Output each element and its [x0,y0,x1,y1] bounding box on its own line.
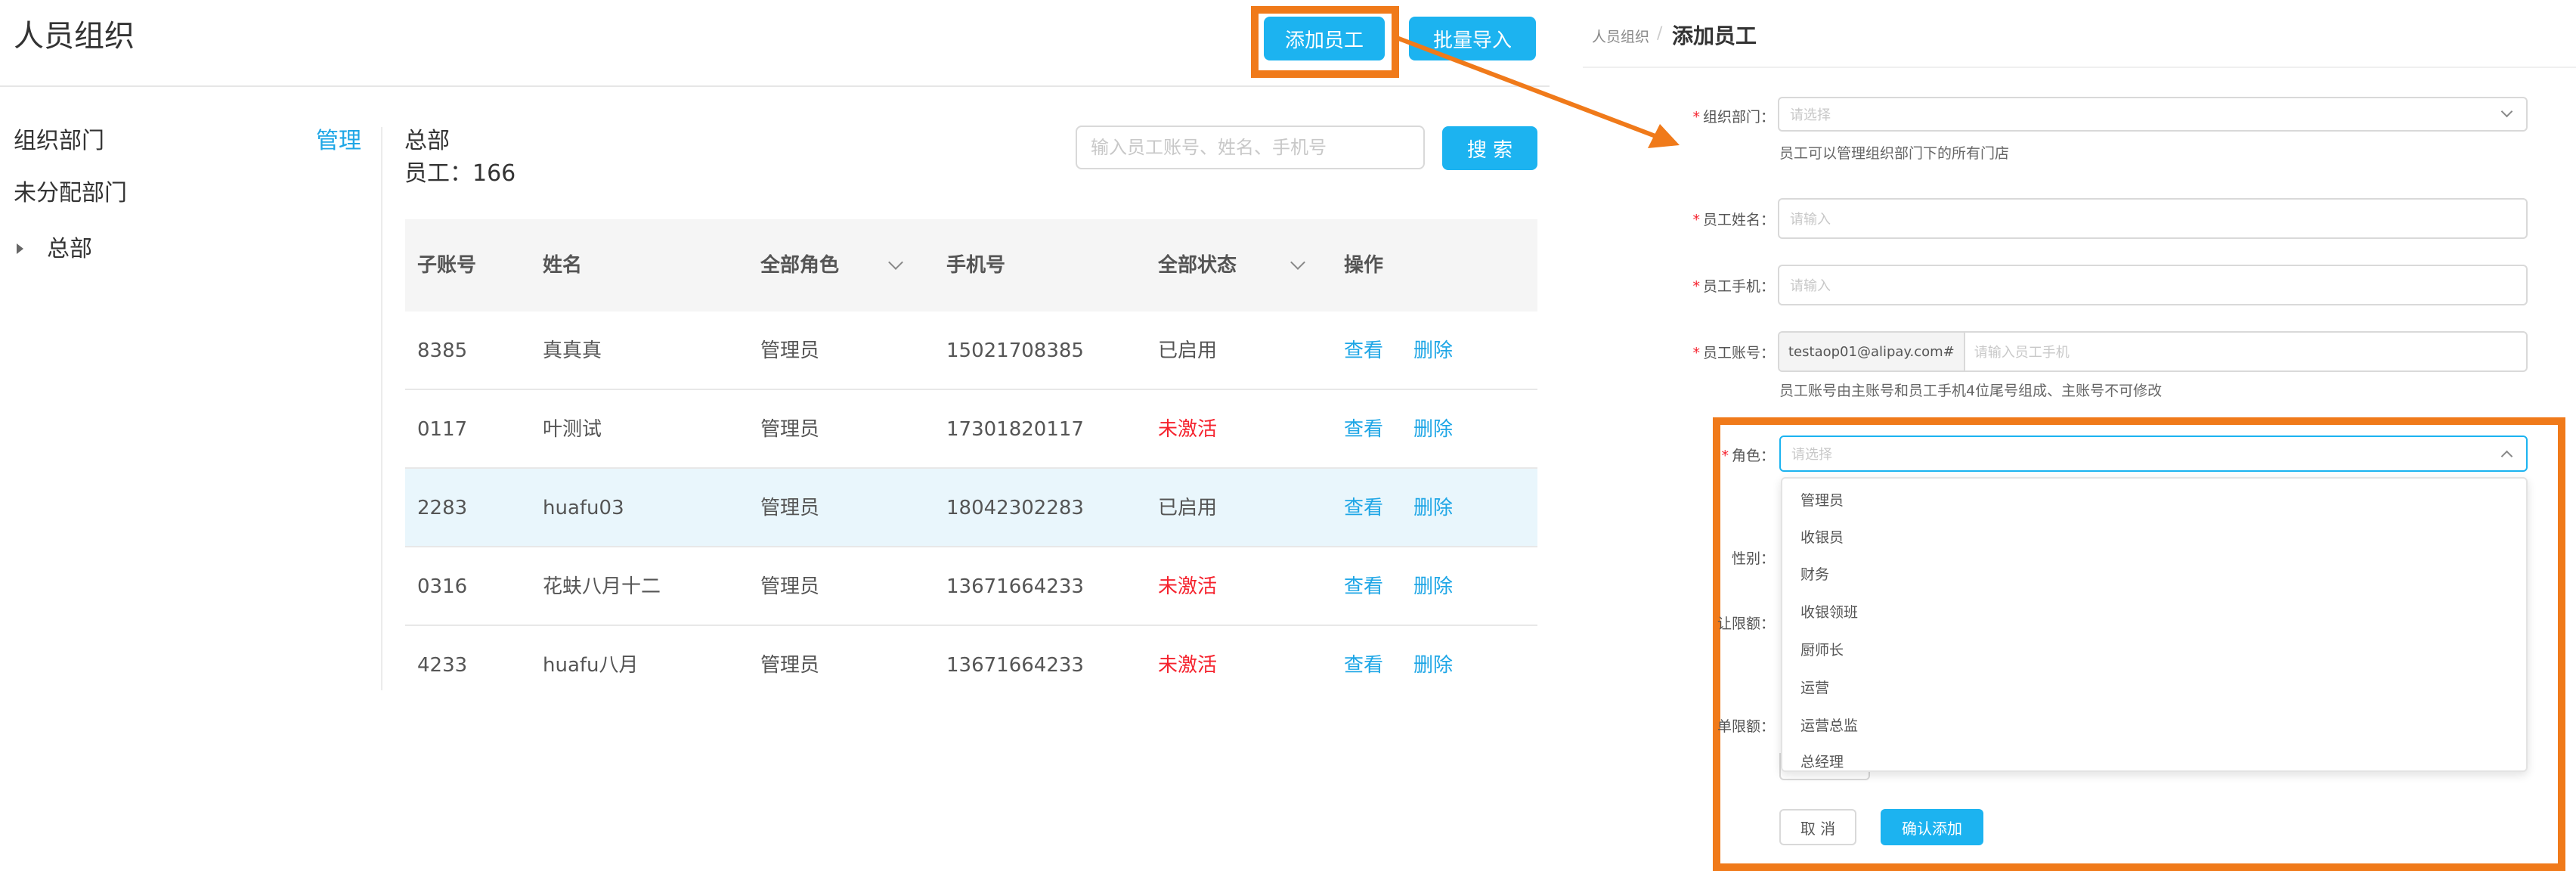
account-hint: 员工账号由主账号和员工手机4位尾号组成、主账号不可修改 [1779,383,2163,399]
breadcrumb-parent[interactable]: 人员组织 [1592,26,1649,46]
free-limit-label: 单限额： [1717,718,1775,735]
account-prefix: testaop01@alipay.com# [1779,333,1965,370]
role-select-placeholder: 请选择 [1791,447,1832,463]
role-option[interactable]: 收银领班 [1800,601,1858,621]
breadcrumb-separator: / [1657,24,1663,43]
role-option[interactable]: 运营总监 [1800,714,1858,735]
gender-label: 性别： [1731,550,1775,567]
breadcrumb-current: 添加员工 [1672,23,1757,48]
phone-input[interactable]: 请输入 [1778,265,2528,305]
role-option[interactable]: 收银员 [1800,526,1844,547]
role-dropdown-menu: 管理员 收银员 财务 收银领班 厨师长 运营 运营总监 总经理 [1781,477,2528,772]
role-option[interactable]: 总经理 [1800,751,1844,771]
dept-select[interactable]: 请选择 [1778,97,2528,132]
role-label: * 角色： [1721,448,1775,464]
cancel-button[interactable]: 取 消 [1779,809,1856,845]
role-option[interactable]: 运营 [1800,677,1829,697]
name-label: * 员工姓名： [1692,212,1775,228]
dept-hint: 员工可以管理组织部门下的所有门店 [1779,145,2010,162]
role-option[interactable]: 管理员 [1800,489,1844,510]
chevron-down-icon [2500,105,2513,118]
dept-label: * 组织部门： [1692,109,1775,126]
form-header-divider [1583,67,2576,68]
phone-label: * 员工手机： [1692,278,1775,295]
name-input-placeholder: 请输入 [1790,212,1831,228]
role-select[interactable]: 请选择 [1779,436,2528,472]
dept-select-placeholder: 请选择 [1790,107,1831,123]
account-label: * 员工账号： [1692,345,1775,361]
role-option[interactable]: 财务 [1800,563,1829,584]
name-input[interactable]: 请输入 [1778,198,2528,239]
discount-limit-label: 让限额： [1717,615,1775,632]
account-input[interactable]: testaop01@alipay.com# 请输入员工手机 [1778,331,2528,372]
chevron-up-icon [2500,450,2513,463]
role-option[interactable]: 厨师长 [1800,639,1844,659]
confirm-add-button[interactable]: 确认添加 [1881,809,1983,845]
phone-input-placeholder: 请输入 [1790,278,1831,294]
account-input-placeholder: 请输入员工手机 [1974,345,2070,361]
